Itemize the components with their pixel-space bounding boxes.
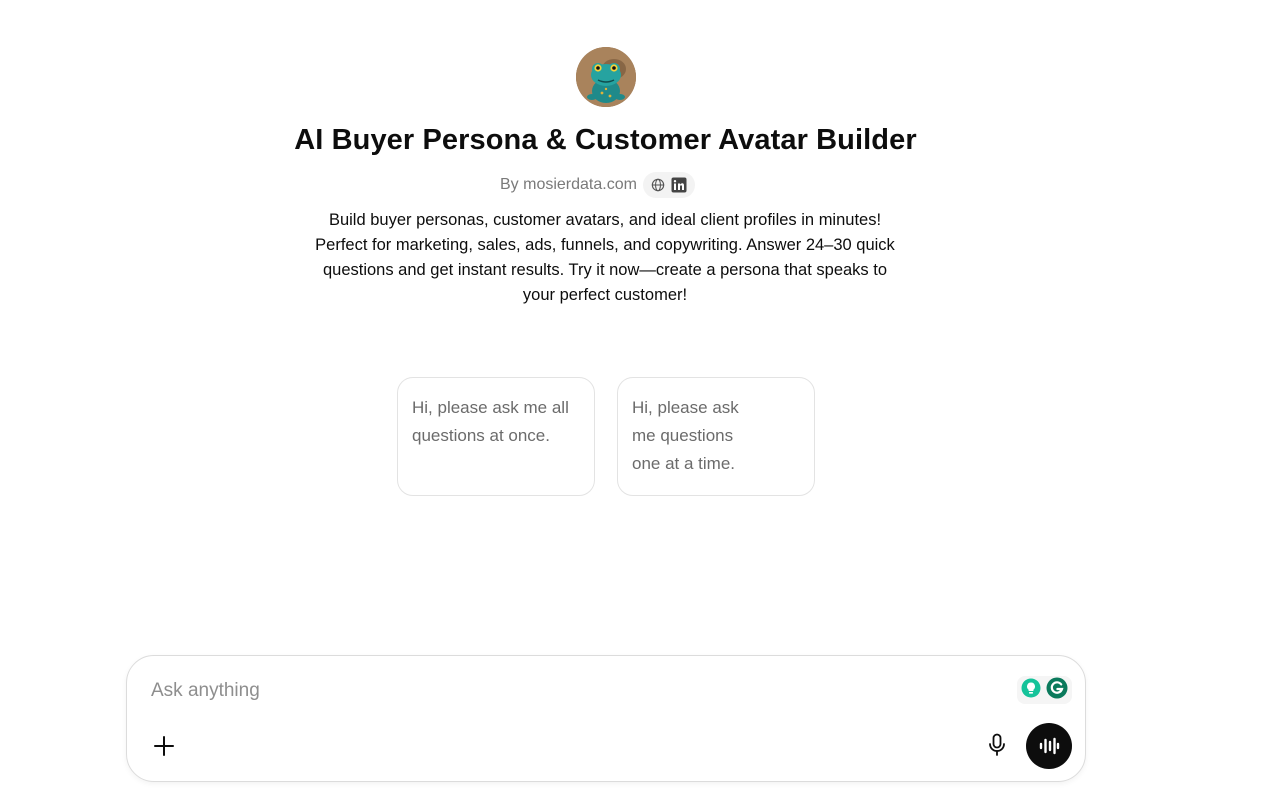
microphone-icon	[989, 733, 1005, 756]
byline: By mosierdata.com	[500, 172, 695, 198]
lightbulb-icon[interactable]	[1021, 678, 1041, 703]
conversation-starter[interactable]: Hi, please ask me all questions at once.	[397, 377, 595, 496]
voice-mode-icon	[1039, 737, 1060, 755]
prompt-input[interactable]	[149, 676, 1013, 706]
linkedin-icon[interactable]	[671, 177, 687, 193]
add-attachment-button[interactable]	[149, 731, 179, 761]
frog-mascot-image	[576, 47, 636, 107]
gpt-title: AI Buyer Persona & Customer Avatar Build…	[294, 124, 917, 156]
gpt-description: Build buyer personas, customer avatars, …	[315, 211, 895, 304]
author-links	[642, 172, 695, 198]
author-name: By mosierdata.com	[500, 176, 637, 193]
voice-mode-button[interactable]	[1026, 723, 1072, 769]
grammarly-widget[interactable]	[1017, 676, 1072, 704]
conversation-starter[interactable]: Hi, please ask me questions one at a tim…	[617, 377, 815, 496]
message-composer	[126, 655, 1086, 782]
plus-icon	[154, 736, 174, 756]
gpt-avatar	[576, 47, 636, 107]
gpt-landing-page: AI Buyer Persona & Customer Avatar Build…	[0, 0, 1268, 794]
dictate-button[interactable]	[982, 730, 1012, 760]
globe-icon[interactable]	[651, 178, 665, 192]
grammarly-icon[interactable]	[1046, 677, 1068, 704]
